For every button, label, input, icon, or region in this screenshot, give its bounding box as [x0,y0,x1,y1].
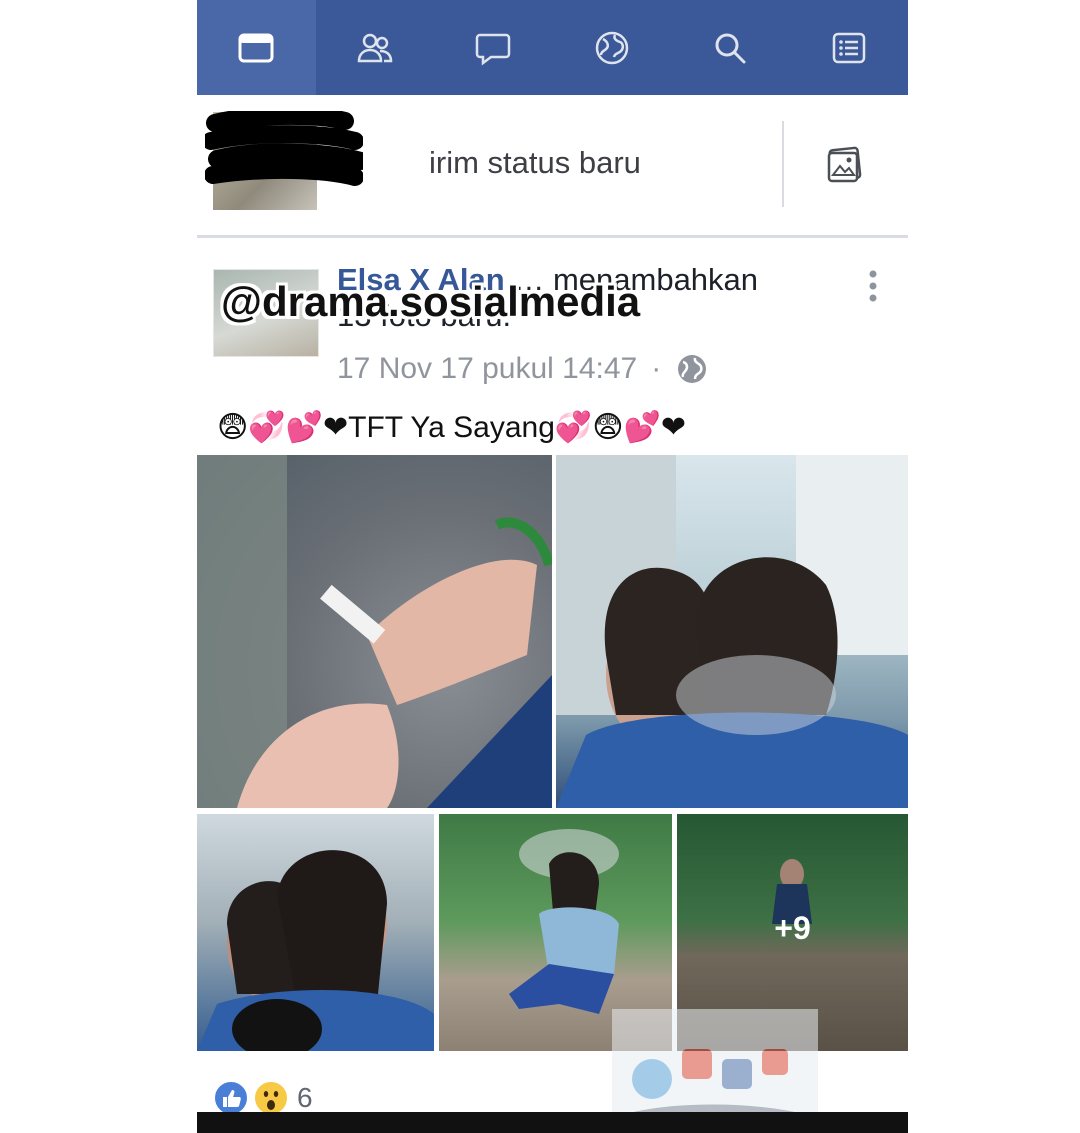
post-photo-2[interactable] [556,455,908,808]
photo-2-illustration [556,455,908,808]
status-composer[interactable]: irim status baru [197,95,908,238]
tab-messages[interactable] [434,0,553,95]
photo-3-illustration [197,850,434,1051]
bottom-edge [197,1112,908,1133]
messages-icon [476,33,511,65]
redaction-scribble [205,111,363,186]
globe-icon [678,355,707,383]
composer-placeholder[interactable]: irim status baru [429,145,641,181]
wow-icon [253,1080,289,1116]
search-icon [715,33,746,63]
reactions-summary[interactable]: 6 [213,1080,313,1116]
post-meta: 17 Nov 17 pukul 14:47 · [337,352,709,386]
post-caption: 😨💞💕❤TFT Ya Sayang💞😨💕❤ [217,411,687,444]
tab-notifications[interactable] [553,0,672,95]
watermark-text: @drama.sosialmedia [221,278,641,325]
post-options-icon[interactable] [865,268,881,304]
news-feed-icon [238,33,274,62]
friends-icon [357,33,393,62]
meta-separator: · [651,352,662,385]
photo-icon[interactable] [825,145,865,185]
tab-menu[interactable] [790,0,909,95]
tab-news-feed[interactable] [197,0,316,95]
tab-search[interactable] [671,0,790,95]
tab-friends[interactable] [316,0,435,95]
menu-list-icon [832,32,865,63]
globe-notifications-icon [595,31,628,64]
reaction-count: 6 [297,1082,313,1113]
composer-divider [782,121,784,207]
phone-screen: irim status baru Elsa X Alan … menambahk… [197,0,908,1133]
more-photos-count[interactable]: +9 [677,910,908,947]
top-navigation-bar [197,0,908,95]
post-photo-1[interactable] [197,455,552,808]
feed-post: Elsa X Alan … menambahkan 13 foto baru. … [197,238,908,1133]
like-icon [213,1080,249,1116]
photo-1-illustration [197,455,552,808]
post-photo-3[interactable] [197,814,434,1051]
post-timestamp[interactable]: 17 Nov 17 pukul 14:47 [337,352,637,386]
